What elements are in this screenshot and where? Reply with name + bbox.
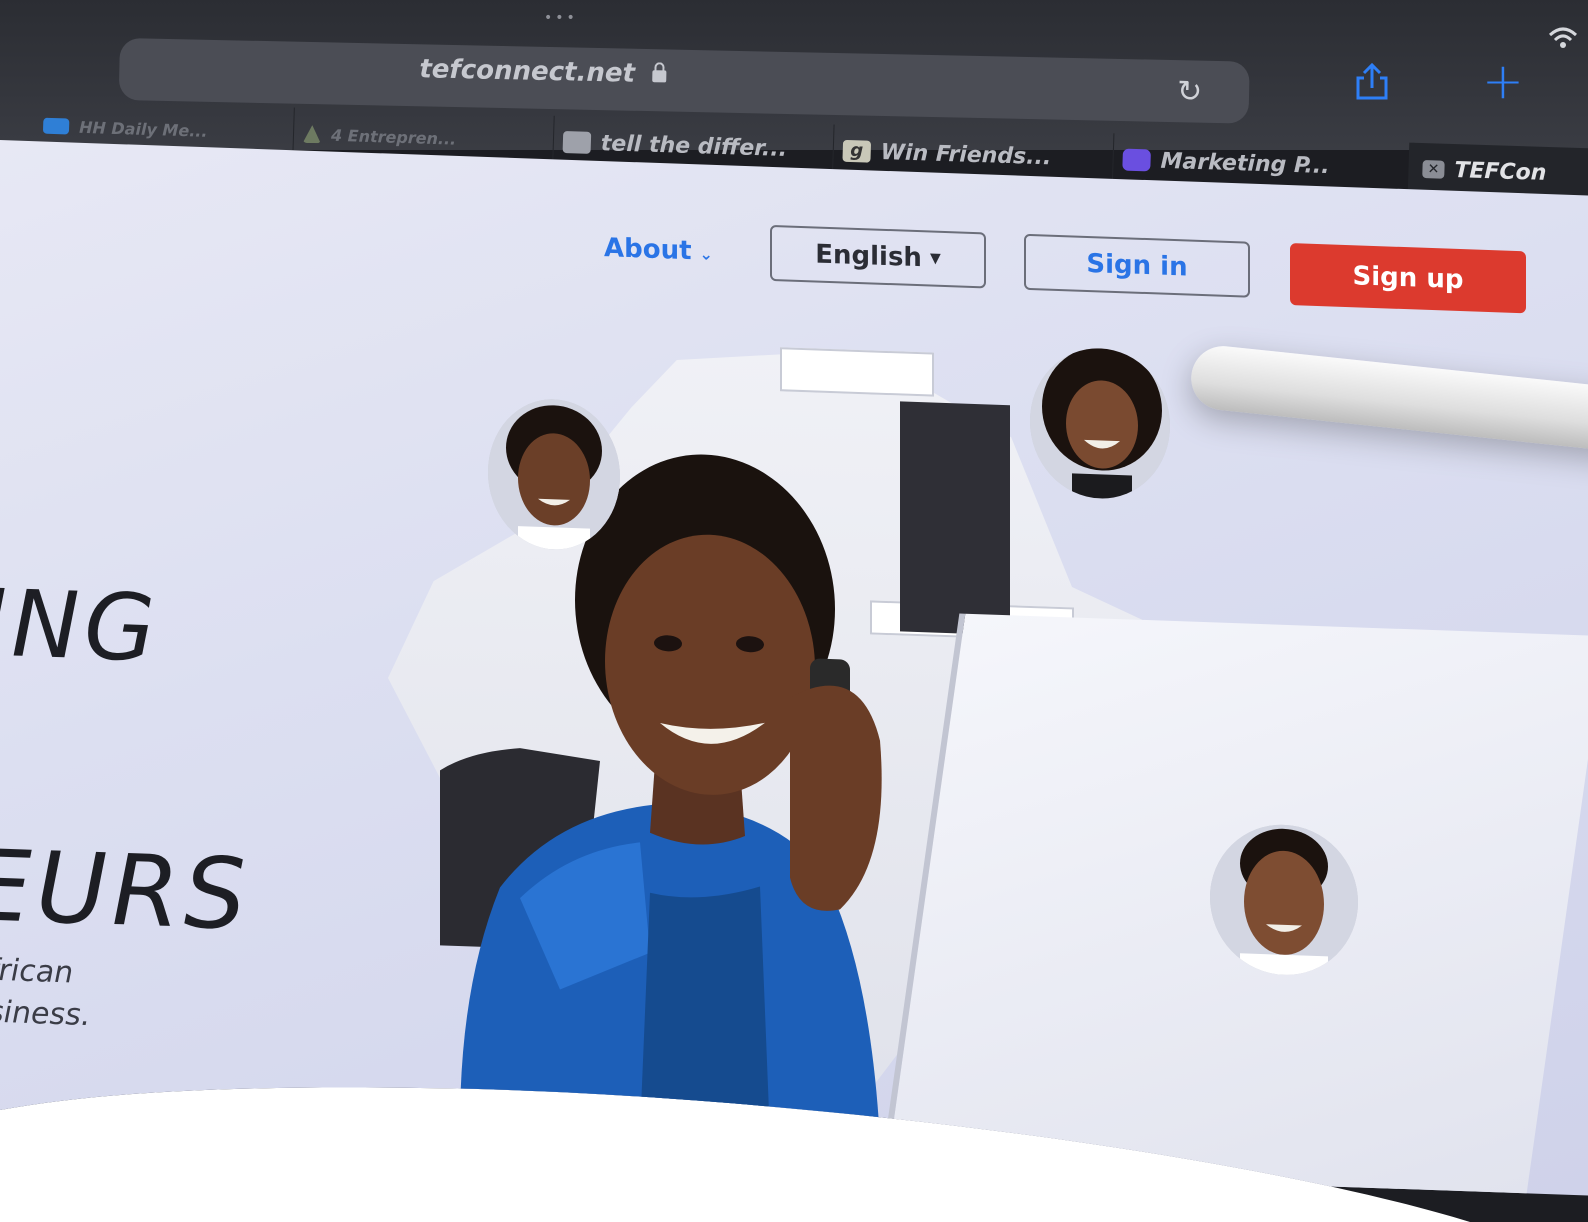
window-dots-icon[interactable]: ••• (544, 10, 578, 26)
grid-icon (563, 131, 592, 154)
sign-up-button[interactable]: Sign up (1290, 243, 1526, 313)
language-label: English (815, 239, 922, 274)
hero-heading-line2: EURS (0, 828, 250, 953)
tab-label: HH Daily Me... (78, 117, 208, 141)
g-letter-icon: g (842, 140, 871, 163)
entrepreneur-portrait-2 (1030, 346, 1170, 501)
office-shelf (780, 347, 934, 396)
tab-label: tell the differ... (600, 130, 788, 162)
nav-about-link[interactable]: About ⌄ (604, 233, 713, 267)
caret-down-icon: ▼ (929, 250, 941, 267)
url-text: tefconnect.net (419, 54, 636, 89)
lock-icon (652, 70, 666, 82)
language-select[interactable]: English ▼ (770, 225, 986, 289)
reload-icon[interactable]: ↻ (1177, 74, 1203, 110)
hero-subtitle-line1: frican (0, 952, 74, 991)
chevron-down-icon: ⌄ (699, 244, 713, 264)
about-label: About (604, 233, 692, 267)
hero-subtitle-line2: siness. (0, 994, 91, 1034)
tab-label: Marketing P... (1160, 148, 1330, 179)
circle-logo-icon (1122, 149, 1151, 172)
sign-in-label: Sign in (1086, 248, 1188, 283)
close-tab-icon[interactable]: ✕ (1422, 160, 1445, 179)
tab-label: TEFCon (1454, 157, 1547, 186)
hero-heading-line1: ING (0, 569, 160, 683)
share-icon[interactable] (1352, 62, 1392, 102)
new-tab-plus-icon[interactable]: + (1482, 56, 1524, 106)
tab-label: Win Friends... (880, 139, 1052, 170)
leaf-icon (303, 125, 322, 144)
sign-in-button[interactable]: Sign in (1024, 234, 1250, 298)
tab-label: 4 Entrepren... (330, 125, 457, 149)
sign-up-label: Sign up (1352, 261, 1464, 296)
tablet-screen: ••• tefconnect.net ↻ + HH Daily Me... 4 … (0, 0, 1588, 1222)
browser-chrome: ••• tefconnect.net ↻ + HH Daily Me... 4 … (0, 0, 1588, 150)
wifi-icon (1548, 26, 1578, 50)
bird-icon (43, 118, 69, 135)
webpage: About ⌄ English ▼ Sign in Sign up ING EUR… (0, 140, 1588, 1195)
